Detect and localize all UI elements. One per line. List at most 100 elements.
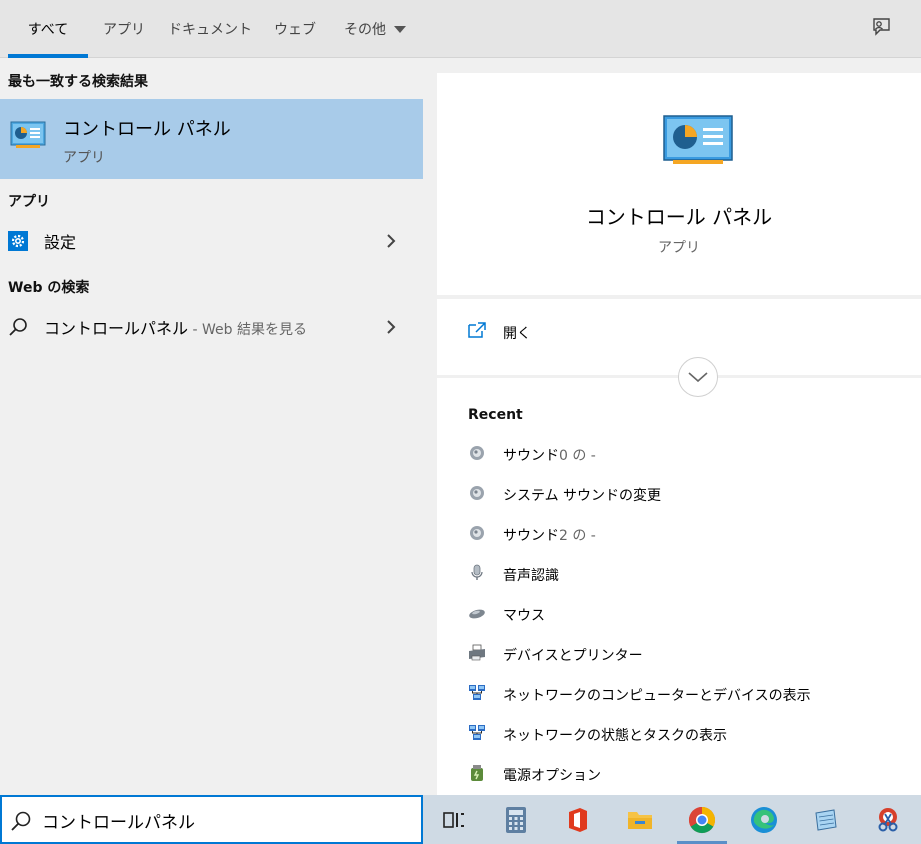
recent-item-text: マウス [503, 608, 545, 624]
recent-item-label: サウンド2 の - [503, 525, 596, 545]
chrome-icon [688, 806, 716, 833]
task-view-icon [443, 811, 464, 828]
chevron-right-icon[interactable] [384, 319, 398, 335]
recent-item[interactable]: ネットワークの状態とタスクの表示 [437, 715, 921, 755]
snipping-tool-icon [878, 807, 898, 831]
web-search-heading: Web の検索 [8, 280, 90, 296]
tab-label: アプリ [103, 22, 145, 38]
recent-item-suffix: 2 の - [559, 528, 596, 544]
recent-item[interactable]: サウンド2 の - [437, 515, 921, 555]
recent-item-text: ネットワークのコンピューターとデバイスの表示 [503, 688, 811, 704]
tab-label: その他 [344, 22, 386, 38]
calculator-icon [506, 806, 526, 833]
speaker-icon [468, 484, 486, 502]
recent-item-text: デバイスとプリンター [503, 648, 643, 664]
recent-item-text: 音声認識 [503, 568, 559, 584]
preview-title: コントロール パネル [585, 205, 773, 229]
taskbar-snipping-tool[interactable] [859, 795, 917, 844]
control-panel-icon [663, 115, 733, 164]
taskbar-chrome[interactable] [673, 795, 731, 844]
web-search-hint: - Web 結果を見る [188, 322, 307, 338]
open-external-icon [468, 322, 486, 338]
search-filter-bar: すべて アプリ ドキュメント ウェブ その他 [0, 0, 921, 58]
recent-item-text: ネットワークの状態とタスクの表示 [503, 728, 727, 744]
app-result-label: 設定 [44, 233, 77, 252]
recent-item[interactable]: サウンド0 の - [437, 435, 921, 475]
speaker-icon [468, 524, 486, 542]
recent-item-label: サウンド0 の - [503, 445, 596, 465]
preview-pane: コントロール パネル アプリ 開く Recent サウンド0 の - システム サ… [437, 73, 921, 795]
best-match-name: コントロール パネル [63, 119, 231, 140]
settings-gear-icon [8, 231, 28, 251]
open-label: 開く [503, 326, 531, 342]
recent-item-label: デバイスとプリンター [503, 645, 643, 665]
recent-item[interactable]: 音声認識 [437, 555, 921, 595]
microphone-icon [468, 564, 486, 582]
chevron-down-icon [688, 372, 708, 383]
mouse-icon [468, 604, 486, 622]
recent-item[interactable]: ネットワークのコンピューターとデバイスの表示 [437, 675, 921, 715]
tab-more[interactable]: その他 [335, 0, 415, 58]
open-action[interactable]: 開く [437, 299, 921, 375]
tab-web[interactable]: ウェブ [265, 0, 325, 58]
best-match-item[interactable]: コントロール パネル アプリ [0, 99, 423, 179]
feedback-button[interactable] [864, 10, 898, 44]
printer-icon [468, 644, 486, 662]
web-search-result[interactable]: コントロールパネル - Web 結果を見る [0, 307, 423, 347]
recent-item-text: システム サウンドの変更 [503, 488, 662, 504]
taskbar-file-explorer[interactable] [611, 795, 669, 844]
office-icon [569, 807, 587, 832]
search-icon [11, 811, 31, 831]
taskbar-notepad[interactable] [797, 795, 855, 844]
taskbar-office[interactable] [549, 795, 607, 844]
taskbar-task-view[interactable] [425, 795, 483, 844]
recent-item-label: マウス [503, 605, 545, 625]
best-match-heading: 最も一致する検索結果 [8, 74, 148, 90]
recent-item-label: ネットワークのコンピューターとデバイスの表示 [503, 685, 811, 705]
results-pane: 最も一致する検索結果 コントロール パネル アプリ アプリ 設定 Web の検索 [0, 59, 423, 795]
recent-item-label: 電源オプション [503, 765, 601, 785]
apps-heading: アプリ [8, 194, 50, 210]
taskbar-calculator[interactable] [487, 795, 545, 844]
preview-type: アプリ [658, 240, 700, 256]
control-panel-icon [10, 121, 46, 148]
recent-heading: Recent [468, 407, 523, 423]
web-search-query: コントロールパネル [44, 319, 189, 338]
network-icon [468, 724, 486, 742]
tab-label: ドキュメント [168, 22, 252, 38]
search-icon [9, 318, 27, 336]
app-result-settings[interactable]: 設定 [0, 221, 423, 261]
chevron-right-icon[interactable] [384, 233, 398, 249]
recent-item[interactable]: マウス [437, 595, 921, 635]
edge-icon [751, 806, 777, 833]
recent-item[interactable]: デバイスとプリンター [437, 635, 921, 675]
recent-item[interactable]: 電源オプション [437, 755, 921, 795]
notepad-icon [815, 808, 837, 831]
preview-header: コントロール パネル アプリ [437, 73, 921, 295]
search-input[interactable] [42, 805, 412, 835]
recent-item-text: サウンド [503, 528, 559, 544]
taskbar [423, 795, 921, 844]
power-options-icon [468, 764, 486, 782]
tab-all[interactable]: すべて [8, 0, 88, 58]
recent-item[interactable]: システム サウンドの変更 [437, 475, 921, 515]
recent-item-text: サウンド [503, 448, 559, 464]
recent-item-label: システム サウンドの変更 [503, 485, 661, 505]
network-icon [468, 684, 486, 702]
tab-documents[interactable]: ドキュメント [162, 0, 258, 58]
taskbar-edge[interactable] [735, 795, 793, 844]
caret-down-icon [394, 25, 406, 33]
search-box[interactable] [0, 795, 423, 844]
recent-item-label: ネットワークの状態とタスクの表示 [503, 725, 727, 745]
recent-item-label: 音声認識 [503, 565, 559, 585]
tab-label: すべて [27, 22, 69, 38]
best-match-type: アプリ [63, 150, 105, 166]
expand-button[interactable] [678, 357, 718, 397]
web-search-label: コントロールパネル - Web 結果を見る [44, 315, 307, 339]
tab-label: ウェブ [274, 22, 316, 38]
feedback-icon [873, 18, 890, 36]
recent-item-suffix: 0 の - [559, 448, 596, 464]
tab-apps[interactable]: アプリ [92, 0, 156, 58]
file-explorer-icon [628, 811, 652, 829]
recent-item-text: 電源オプション [503, 768, 601, 784]
